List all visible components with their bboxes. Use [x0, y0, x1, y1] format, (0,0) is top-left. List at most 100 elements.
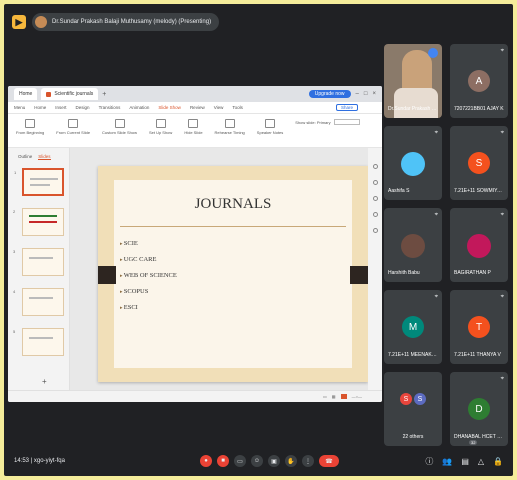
others-tile[interactable]: S S 22 others	[384, 372, 442, 446]
tab-slides[interactable]: Slides	[38, 154, 51, 160]
menu-item-slide-show[interactable]: Slide Show	[158, 105, 181, 110]
others-count: 22 others	[402, 434, 424, 440]
slide-title: JOURNALS	[194, 196, 272, 212]
pin-icon[interactable]: ⌖	[501, 212, 504, 219]
custom-slide-show-button[interactable]: Custom Slide Show	[102, 119, 137, 135]
add-slide-button[interactable]: +	[42, 377, 47, 386]
participant-tile[interactable]: ⌖ S 7.21E+11 SOWMIYA N	[450, 126, 508, 200]
title-divider	[120, 226, 346, 227]
file-tab-label: Scientific journals	[54, 91, 94, 97]
raise-hand-icon[interactable]: ✋	[285, 455, 297, 467]
leave-call-button[interactable]: ☎	[319, 455, 339, 467]
menu-item[interactable]: Animation	[129, 105, 149, 110]
participant-tile[interactable]: Dr.Sundar Prakash Bal...	[384, 44, 442, 118]
slide-thumbnail[interactable]: 2	[13, 208, 64, 236]
current-slide[interactable]: JOURNALS SCIE UGC CARE WEB OF SCIENCE SC…	[98, 166, 368, 382]
top-bar: ▶ Dr.Sundar Prakash Balaji Muthusamy (me…	[4, 4, 513, 40]
show-slide-field[interactable]: Show slide: Primary	[295, 119, 360, 125]
share-button[interactable]: Share	[335, 104, 358, 111]
avatar	[401, 152, 425, 176]
menu-item[interactable]: Insert	[55, 105, 66, 110]
from-current-slide-button[interactable]: From Current Slide	[56, 119, 90, 135]
host-controls-icon[interactable]: 🔒	[493, 457, 503, 466]
maximize-icon[interactable]: □	[364, 91, 368, 97]
ribbon-label: Hide Slide	[184, 130, 203, 135]
hide-icon	[188, 119, 199, 128]
mic-off-icon[interactable]: ●	[200, 455, 212, 467]
app-logo-icon: ▶	[12, 15, 26, 29]
view-icon[interactable]: ▭	[323, 394, 327, 399]
hide-slide-button[interactable]: Hide Slide	[184, 119, 203, 135]
close-icon[interactable]: ×	[372, 91, 376, 97]
rehearse-timing-button[interactable]: Rehearse Timing	[215, 119, 245, 135]
zoom-slider[interactable]: —○—	[352, 394, 362, 399]
tab-home[interactable]: Home	[14, 88, 38, 100]
camera-off-icon[interactable]: ■	[217, 455, 229, 467]
notes-icon	[265, 119, 276, 128]
menu-item[interactable]: Transitions	[99, 105, 121, 110]
pin-icon[interactable]: ⌖	[435, 212, 438, 219]
slide-thumbnail[interactable]: 4	[13, 288, 64, 316]
activities-icon[interactable]: △	[478, 457, 484, 466]
pin-icon[interactable]: ⌖	[435, 294, 438, 301]
more-options-icon[interactable]: ⋮	[302, 455, 314, 467]
slideshow-icon[interactable]	[340, 394, 347, 399]
participant-tile[interactable]: ⌖ M 7.21E+11 MEENAKSHI...	[384, 290, 442, 364]
tool-icon[interactable]	[372, 196, 378, 201]
bullet-item: SCIE	[120, 236, 177, 252]
new-tab-button[interactable]: +	[102, 91, 106, 98]
slide-thumbnail[interactable]: 3	[13, 248, 64, 276]
captions-icon[interactable]: ▭	[234, 455, 246, 467]
participant-tile[interactable]: ⌖ D DHANABAL HCET CS...	[450, 372, 508, 446]
participant-name: BAGIRATHAN P	[454, 270, 491, 276]
set-up-show-button[interactable]: Set Up Show	[149, 119, 172, 135]
participant-name: Harshith Babu	[388, 270, 420, 276]
slide-thumbnail[interactable]: 5	[13, 328, 64, 356]
menu-item[interactable]: Review	[190, 105, 205, 110]
presenting-indicator[interactable]: Dr.Sundar Prakash Balaji Muthusamy (melo…	[32, 13, 220, 31]
people-icon[interactable]: 👥	[442, 457, 452, 466]
avatar: M	[402, 316, 424, 338]
pin-icon[interactable]: ⌖	[435, 130, 438, 137]
pin-icon[interactable]: ⌖	[501, 294, 504, 301]
slide-number: 2	[13, 209, 16, 214]
pin-icon[interactable]: ⌖	[501, 130, 504, 137]
slide-number: 1	[14, 170, 17, 175]
speaker-notes-button[interactable]: Speaker Notes	[257, 119, 283, 135]
side-toolbar	[368, 148, 382, 390]
present-screen-icon[interactable]: ▣	[268, 455, 280, 467]
participant-tile[interactable]: ⌖ Harshith Babu	[384, 208, 442, 282]
menu-item[interactable]: View	[214, 105, 224, 110]
tool-icon[interactable]	[372, 180, 378, 185]
tab-outline[interactable]: Outline	[18, 154, 32, 160]
tool-icon[interactable]	[372, 164, 378, 169]
meeting-info: 14:53 | xgo-yiyt-fqa	[14, 458, 65, 464]
menu-item[interactable]: Menu	[14, 105, 25, 110]
minimize-icon[interactable]: –	[356, 91, 359, 97]
ribbon-label: From Current Slide	[56, 130, 91, 135]
participant-tile[interactable]: ⌖ T 7.21E+11 THANYA V	[450, 290, 508, 364]
info-icon[interactable]: ⓘ	[425, 456, 433, 467]
menu-item[interactable]: Home	[34, 105, 46, 110]
pin-icon[interactable]: ⌖	[501, 376, 504, 383]
slide-thumbnail[interactable]: 1	[14, 168, 64, 196]
participant-tile[interactable]: ⌖ BAGIRATHAN P	[450, 208, 508, 282]
participant-tile[interactable]: ⌖ Aashifa S	[384, 126, 442, 200]
upgrade-button[interactable]: Upgrade now	[308, 90, 351, 98]
emoji-icon[interactable]: ☺	[251, 455, 263, 467]
menu-item[interactable]: Design	[76, 105, 90, 110]
participant-tile[interactable]: ⌖ A 7207221BB01 AJAY K	[450, 44, 508, 118]
play-icon	[25, 119, 36, 128]
tab-scientific-journals[interactable]: Scientific journals	[41, 88, 99, 100]
slide-bullets: SCIE UGC CARE WEB OF SCIENCE SCOPUS ESCI	[120, 236, 177, 316]
participant-name: Dr.Sundar Prakash Bal...	[388, 106, 438, 112]
custom-show-icon	[114, 119, 125, 128]
tool-icon[interactable]	[372, 212, 378, 217]
view-icon[interactable]: ▦	[332, 394, 336, 399]
menu-item[interactable]: Tools	[232, 105, 243, 110]
pin-icon[interactable]: ⌖	[501, 48, 504, 55]
from-beginning-button[interactable]: From Beginning	[16, 119, 44, 135]
tool-icon[interactable]	[372, 228, 378, 233]
show-slide-select[interactable]	[333, 119, 360, 125]
chat-icon[interactable]: ▤	[461, 457, 469, 466]
